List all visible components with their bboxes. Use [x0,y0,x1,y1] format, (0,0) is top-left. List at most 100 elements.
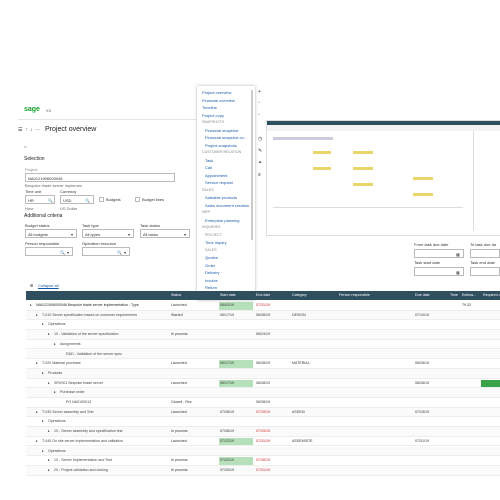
menu-item[interactable]: Sales document creation [202,202,249,210]
operation-field[interactable]: 🔍 ▾ [82,247,130,256]
more-icon[interactable]: ⋯ [35,127,40,133]
expand-toggle-icon[interactable]: ▸ [48,466,50,474]
calendar-icon[interactable]: ▦ [456,270,460,275]
expand-toggle-icon[interactable]: ▸ [36,311,38,319]
table-row[interactable]: ▸ T-010 Server specification based on cus… [26,310,500,321]
menu-item[interactable]: Call [202,164,249,172]
expand-toggle-icon[interactable]: ▸ [36,359,38,367]
collapse-all-link[interactable]: Collapse all [38,283,59,288]
expand-toggle-icon[interactable]: ▸ [42,320,44,328]
table-row[interactable]: ▸ T-030 Server assembly and Test Launched 0… [26,407,500,418]
chevron-down-icon[interactable]: ▾ [124,250,126,255]
search-icon[interactable]: 🔍 [85,198,90,203]
up-icon[interactable]: ↑ [25,127,28,133]
table-row[interactable]: ▸ Operations [26,446,500,457]
calendar-icon[interactable]: ▦ [456,252,460,257]
budget-status-select[interactable]: All budgets ▾ [25,229,77,238]
col-due[interactable]: Due date [415,291,430,299]
table-row[interactable]: ▸ 10 - Server assembly and specification … [26,427,500,437]
table-row[interactable]: ▸ T-020 Material purchase Launched 06/17/19… [26,359,500,369]
table-row[interactable]: ▸ 10 - Validation of the server specifica… [26,330,500,340]
col-start[interactable]: Start date [220,291,236,299]
col-status[interactable]: Status [171,291,181,299]
table-row[interactable]: ▸ 20 - Project validation and closing In p… [26,465,500,476]
menu-item[interactable]: Financial snapshot [202,127,249,135]
budget-lines-checkbox[interactable] [135,197,140,202]
table-row[interactable]: ▸ 10 - Server Implementation and Test In p… [26,456,500,466]
link-icon[interactable]: ⚭ [258,160,262,166]
menu-item[interactable]: Order [202,262,249,270]
table-row[interactable]: ▸ T-040 On site server implementation and… [26,437,500,447]
menu-item[interactable]: Financial overview [202,97,249,105]
col-estimate[interactable]: Estima... [462,291,476,299]
table-row[interactable]: PO NA0100013 Closed - Rec 06/28/19 [26,398,500,408]
expand-toggle-icon[interactable]: ▸ [54,340,56,348]
home-icon[interactable]: ⌂ [24,144,26,149]
expand-toggle-icon[interactable]: ▸ [36,408,38,416]
menu-item[interactable]: Saleable products [202,194,249,202]
task-start-field[interactable]: ▦ [414,267,464,276]
table-row[interactable]: R&D - Validation of the server spec [26,349,500,360]
stack-icon[interactable]: ≡ [258,172,261,178]
from-due-field[interactable]: ▦ [414,249,464,258]
time-unit-field[interactable]: HR 🔍 [25,195,55,204]
expand-toggle-icon[interactable]: ▸ [42,417,44,425]
col-category[interactable]: Category [292,291,307,299]
menu-item[interactable]: Service request [202,179,249,187]
table-row[interactable]: ▸ NA0121906000046 Bespoke blade server im… [26,301,500,311]
expand-icon[interactable]: ⊞ [30,283,33,288]
table-row[interactable]: ▸ Purchase order [26,388,500,398]
menu-item[interactable]: Task [202,157,249,165]
expand-toggle-icon[interactable]: ▸ [36,437,38,445]
menu-item[interactable]: Quotes [202,254,249,262]
col-end[interactable]: End date [256,291,270,299]
pin-icon[interactable]: ✎ [258,148,262,154]
budgets-checkbox[interactable] [99,197,104,202]
project-field[interactable]: NA0121906000046 [25,173,175,182]
search-icon[interactable]: 🔍 [60,250,65,255]
menu-item[interactable]: Enterprise planning [202,217,249,225]
col-required[interactable]: Required qu [483,291,500,299]
expand-toggle-icon[interactable]: ▸ [30,301,32,309]
chevron-down-icon[interactable]: ▾ [184,232,186,237]
menu-item[interactable]: Appointment [202,172,249,180]
plus-icon[interactable]: + [258,89,261,95]
to-due-field[interactable] [470,249,500,258]
table-row[interactable]: ▸ Operations [26,320,500,331]
menu-item[interactable]: Financial snapshot co... [202,134,249,142]
col-person[interactable]: Person responsible [339,291,370,299]
currency-field[interactable]: USD 🔍 [60,195,94,204]
table-row[interactable]: ▸ Assignments [26,340,500,350]
menu-item[interactable]: Invoice [202,277,249,285]
save-icon[interactable]: ▫ [258,100,260,106]
sage-logo[interactable]: sage [24,106,40,113]
task-type-select[interactable]: All types ▾ [82,229,134,238]
expand-toggle-icon[interactable]: ▸ [42,369,44,377]
expand-toggle-icon[interactable]: ▸ [48,456,50,464]
down-icon[interactable]: ↓ [30,127,33,133]
search-icon[interactable]: 🔍 [117,250,122,255]
table-row[interactable]: ▸ SRV001 Bespoke blade server Launched 06/1… [26,379,500,389]
menu-item[interactable]: Project overview [202,89,249,97]
chevron-down-icon[interactable]: ▾ [128,232,130,237]
bars-icon[interactable]: ☰ [18,127,22,133]
person-field[interactable]: 🔍 ▾ [25,247,73,256]
expand-toggle-icon[interactable]: ▸ [54,388,56,396]
task-end-field[interactable] [470,267,500,276]
menu-scrollbar[interactable] [251,90,253,240]
menu-item[interactable]: Delivery [202,269,249,277]
menu-item[interactable]: Time inquiry [202,239,249,247]
table-row[interactable]: ▸ Operations [26,417,500,428]
task-status-select[interactable]: All tasks ▾ [140,229,190,238]
menu-item[interactable]: Project copy [202,112,249,120]
expand-toggle-icon[interactable]: ▸ [48,379,50,387]
history-icon[interactable]: ◷ [258,136,262,142]
col-time[interactable]: Time [450,291,458,299]
chevron-down-icon[interactable]: ▾ [67,250,69,255]
chevron-down-icon[interactable]: ▾ [71,232,73,237]
print-icon[interactable]: ▫ [258,112,260,118]
table-row[interactable]: ▸ Products [26,368,500,379]
expand-toggle-icon[interactable]: ▸ [48,330,50,338]
search-icon[interactable]: 🔍 [48,198,53,203]
menu-item[interactable]: Project snapshots [202,142,249,150]
